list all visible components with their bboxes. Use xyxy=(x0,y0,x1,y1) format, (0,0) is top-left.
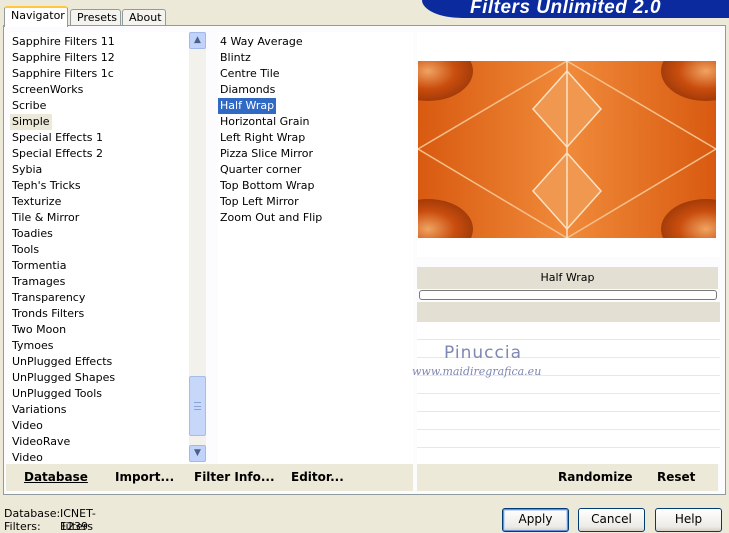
list-item[interactable]: Top Bottom Wrap xyxy=(218,178,317,194)
left-toolbar: Database Import... Filter Info... Editor… xyxy=(6,464,413,491)
list-item[interactable]: Variations xyxy=(10,402,69,418)
list-item[interactable]: Toadies xyxy=(10,226,55,242)
list-item[interactable]: Tools xyxy=(10,242,41,258)
list-item[interactable]: Centre Tile xyxy=(218,66,282,82)
list-item[interactable]: 4 Way Average xyxy=(218,34,305,50)
apply-button[interactable]: Apply xyxy=(502,508,569,532)
help-button[interactable]: Help xyxy=(655,508,722,532)
list-item[interactable]: VideoRave xyxy=(10,434,72,450)
status-filters: Filters: 1239 xyxy=(4,520,88,533)
list-item[interactable]: Tronds Filters xyxy=(10,306,86,322)
watermark-name: Pinuccia xyxy=(444,343,522,363)
list-item[interactable]: ScreenWorks xyxy=(10,82,85,98)
list-item[interactable]: Sybia xyxy=(10,162,44,178)
database-button[interactable]: Database xyxy=(24,464,88,491)
arrow-down-icon[interactable]: ▼ xyxy=(189,445,206,462)
right-toolbar: Randomize Reset xyxy=(417,464,718,491)
list-item[interactable]: Tramages xyxy=(10,274,67,290)
reset-button[interactable]: Reset xyxy=(657,464,695,491)
cancel-button[interactable]: Cancel xyxy=(578,508,645,532)
import-button[interactable]: Import... xyxy=(115,464,174,491)
list-item[interactable]: Video xyxy=(10,418,45,434)
list-item[interactable]: UnPlugged Shapes xyxy=(10,370,117,386)
parameter-header xyxy=(417,302,720,322)
category-scrollbar[interactable]: ▲ ▼ xyxy=(189,32,206,462)
list-item[interactable]: UnPlugged Tools xyxy=(10,386,104,402)
list-item[interactable]: Quarter corner xyxy=(218,162,303,178)
tab-presets[interactable]: Presets xyxy=(70,9,121,26)
list-item[interactable]: Zoom Out and Flip xyxy=(218,210,324,226)
list-item[interactable]: Special Effects 1 xyxy=(10,130,105,146)
list-item[interactable]: Transparency xyxy=(10,290,87,306)
scrollbar-thumb[interactable] xyxy=(189,376,206,436)
list-item[interactable]: Video xyxy=(10,450,45,464)
list-item[interactable]: Horizontal Grain xyxy=(218,114,311,130)
list-item[interactable]: Two Moon xyxy=(10,322,68,338)
list-item[interactable]: Pizza Slice Mirror xyxy=(218,146,315,162)
list-item[interactable]: Tormentia xyxy=(10,258,68,274)
list-item[interactable]: Top Left Mirror xyxy=(218,194,301,210)
progress-bar xyxy=(419,290,717,300)
list-item[interactable]: Special Effects 2 xyxy=(10,146,105,162)
randomize-button[interactable]: Randomize xyxy=(558,464,632,491)
selected-filter-name: Half Wrap xyxy=(417,267,718,289)
watermark-site: www.maidiregrafica.eu xyxy=(412,365,542,378)
editor-button[interactable]: Editor... xyxy=(291,464,344,491)
list-item[interactable]: Half Wrap xyxy=(218,98,277,114)
list-item[interactable]: Texturize xyxy=(10,194,63,210)
status-filters-value: 1239 xyxy=(60,520,88,533)
list-item[interactable]: Blintz xyxy=(218,50,253,66)
brand-banner: Filters Unlimited 2.0 xyxy=(422,0,729,18)
list-item[interactable]: Sapphire Filters 12 xyxy=(10,50,117,66)
list-item[interactable]: Tymoes xyxy=(10,338,55,354)
list-item[interactable]: Diamonds xyxy=(218,82,277,98)
filter-list[interactable]: 4 Way Average Blintz Centre Tile Diamonds Ha… xyxy=(218,32,413,464)
list-item[interactable]: Sapphire Filters 11 xyxy=(10,34,117,50)
brand-title: Filters Unlimited 2.0 xyxy=(470,0,662,18)
tab-about[interactable]: About xyxy=(122,9,166,26)
list-item[interactable]: Left Right Wrap xyxy=(218,130,307,146)
status-database-label: Database: xyxy=(4,507,61,520)
status-filters-label: Filters: xyxy=(4,520,41,533)
list-item[interactable]: Sapphire Filters 1c xyxy=(10,66,116,82)
filter-info-button[interactable]: Filter Info... xyxy=(194,464,275,491)
list-item[interactable]: Simple xyxy=(10,114,52,130)
tab-navigator[interactable]: Navigator xyxy=(4,6,68,27)
navigator-panel: Sapphire Filters 11 Sapphire Filters 12 Sa… xyxy=(3,25,726,495)
preview-area xyxy=(417,32,720,257)
grip-icon xyxy=(194,402,201,410)
list-item[interactable]: Tile & Mirror xyxy=(10,210,81,226)
arrow-up-icon[interactable]: ▲ xyxy=(189,32,206,49)
list-item[interactable]: UnPlugged Effects xyxy=(10,354,114,370)
list-item[interactable]: Scribe xyxy=(10,98,48,114)
status-database: Database: ICNET-Filters xyxy=(4,507,96,533)
list-item[interactable]: Teph's Tricks xyxy=(10,178,83,194)
category-list[interactable]: Sapphire Filters 11 Sapphire Filters 12 Sa… xyxy=(10,32,190,464)
preview-image xyxy=(418,61,716,238)
